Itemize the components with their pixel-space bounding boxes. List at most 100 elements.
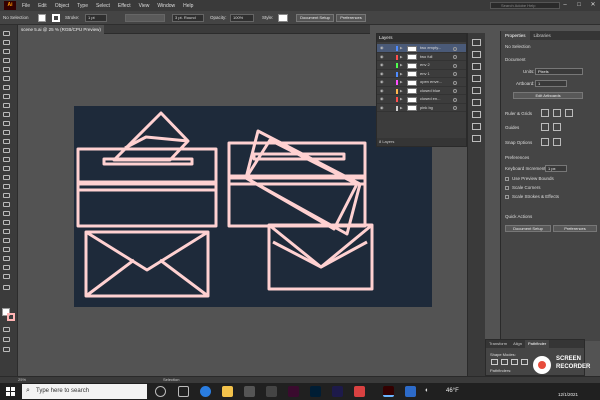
- type-tool-icon[interactable]: [3, 85, 10, 90]
- eyedropper-tool-icon[interactable]: [3, 211, 10, 216]
- menu-help[interactable]: Help: [183, 3, 193, 9]
- selection-tool-icon[interactable]: [3, 31, 10, 36]
- document-setup-button[interactable]: Document Setup: [505, 225, 551, 232]
- line-tool-icon[interactable]: [3, 94, 10, 99]
- acrobat-icon[interactable]: [354, 386, 365, 397]
- paintbrush-tool-icon[interactable]: [3, 112, 10, 117]
- premiere-icon[interactable]: [332, 386, 343, 397]
- word-icon[interactable]: [405, 386, 416, 397]
- weather-temp[interactable]: 46°F: [446, 388, 459, 394]
- target-icon[interactable]: [453, 80, 457, 85]
- target-icon[interactable]: [453, 46, 457, 51]
- illustrator-taskbar-icon[interactable]: [383, 386, 394, 397]
- symbol-sprayer-tool-icon[interactable]: [3, 229, 10, 234]
- snap-pixel-icon[interactable]: [553, 138, 561, 146]
- screen-mode-icon[interactable]: [3, 347, 10, 352]
- layer-row[interactable]: ◉ ▶ pink bg: [377, 104, 466, 112]
- menu-object[interactable]: Object: [55, 3, 69, 9]
- eye-icon[interactable]: ◉: [380, 44, 384, 52]
- target-icon[interactable]: [453, 97, 457, 102]
- layer-name[interactable]: two full: [420, 53, 432, 61]
- appearance-panel-icon[interactable]: [472, 135, 481, 142]
- shape-builder-tool-icon[interactable]: [3, 175, 10, 180]
- swatches-panel-icon[interactable]: [472, 87, 481, 94]
- menu-view[interactable]: View: [139, 3, 150, 9]
- minimize-icon[interactable]: –: [558, 0, 572, 11]
- rectangle-tool-icon[interactable]: [3, 103, 10, 108]
- layer-row[interactable]: ◉ ▶ env 2: [377, 61, 466, 70]
- menu-effect[interactable]: Effect: [118, 3, 131, 9]
- stroke-swatch[interactable]: [52, 14, 60, 22]
- eye-icon[interactable]: ◉: [380, 53, 384, 61]
- menu-select[interactable]: Select: [96, 3, 110, 9]
- zoom-tool-icon[interactable]: [3, 274, 10, 279]
- grid-toggle-icon[interactable]: [553, 109, 561, 117]
- preferences-button[interactable]: Preferences: [336, 14, 366, 22]
- symbols-panel-icon[interactable]: [472, 111, 481, 118]
- perspective-grid-tool-icon[interactable]: [3, 184, 10, 189]
- snap-grid-icon[interactable]: [541, 138, 549, 146]
- transparency-grid-icon[interactable]: [565, 109, 573, 117]
- stroke-color-icon[interactable]: [7, 313, 15, 321]
- scale-strokes-checkbox[interactable]: [505, 195, 509, 199]
- layer-name[interactable]: closed en...: [420, 95, 440, 103]
- photoshop-icon[interactable]: [310, 386, 321, 397]
- layer-name[interactable]: env 2: [420, 61, 430, 69]
- opacity-field[interactable]: 100%: [230, 14, 254, 22]
- eraser-tool-icon[interactable]: [3, 130, 10, 135]
- minus-front-icon[interactable]: [501, 359, 508, 365]
- layer-row[interactable]: ◉ ▶ open enve...: [377, 78, 466, 87]
- rotate-tool-icon[interactable]: [3, 139, 10, 144]
- layer-name[interactable]: env 1: [420, 70, 430, 78]
- file-explorer-icon[interactable]: [222, 386, 233, 397]
- document-tab[interactable]: scene 5.ai @ 25 % (RGB/CPU Preview): [18, 25, 104, 34]
- eye-icon[interactable]: ◉: [380, 78, 384, 86]
- lock-guides-icon[interactable]: [553, 123, 561, 131]
- curvature-tool-icon[interactable]: [3, 76, 10, 81]
- gradient-tool-icon[interactable]: [3, 202, 10, 207]
- tab-transform[interactable]: Transform: [486, 340, 510, 348]
- chevron-right-icon[interactable]: ▶: [400, 95, 403, 103]
- eye-icon[interactable]: ◉: [380, 95, 384, 103]
- edge-icon[interactable]: [200, 386, 211, 397]
- lasso-tool-icon[interactable]: [3, 58, 10, 63]
- task-view-icon[interactable]: [178, 386, 189, 397]
- clock-date[interactable]: 12/1/2021: [558, 392, 578, 397]
- tab-align[interactable]: Align: [510, 340, 525, 348]
- chevron-right-icon[interactable]: ▶: [400, 78, 403, 86]
- chevron-right-icon[interactable]: ▶: [400, 104, 403, 112]
- artboard-select[interactable]: 1: [535, 80, 567, 87]
- layers-panel-title[interactable]: Layers: [377, 34, 466, 42]
- eye-icon[interactable]: ◉: [380, 70, 384, 78]
- brushes-panel-icon[interactable]: [472, 99, 481, 106]
- menu-edit[interactable]: Edit: [38, 3, 47, 9]
- width-tool-icon[interactable]: [3, 157, 10, 162]
- brush-select[interactable]: 3 pt. Round: [172, 14, 204, 22]
- intersect-icon[interactable]: [511, 359, 518, 365]
- drawing-mode-icon[interactable]: [3, 337, 10, 342]
- layer-name[interactable]: two empty...: [420, 44, 441, 52]
- menu-type[interactable]: Type: [77, 3, 88, 9]
- unite-icon[interactable]: [491, 359, 498, 365]
- eye-icon[interactable]: ◉: [380, 61, 384, 69]
- stroke-weight-field[interactable]: 1 pt: [85, 14, 107, 22]
- scale-tool-icon[interactable]: [3, 148, 10, 153]
- preview-bounds-checkbox[interactable]: [505, 177, 509, 181]
- target-icon[interactable]: [453, 55, 457, 59]
- chevron-right-icon[interactable]: ▶: [400, 61, 403, 69]
- exclude-icon[interactable]: [521, 359, 528, 365]
- chevron-right-icon[interactable]: ▶: [400, 44, 403, 52]
- windows-start-icon[interactable]: [6, 387, 15, 396]
- pen-tool-icon[interactable]: [3, 67, 10, 72]
- close-icon[interactable]: ✕: [586, 0, 600, 11]
- layer-name[interactable]: open enve...: [420, 78, 442, 86]
- mesh-tool-icon[interactable]: [3, 193, 10, 198]
- slice-tool-icon[interactable]: [3, 256, 10, 261]
- blend-tool-icon[interactable]: [3, 220, 10, 225]
- store-icon[interactable]: [244, 386, 255, 397]
- layer-row[interactable]: ◉ ▶ closed blue: [377, 87, 466, 95]
- tab-pathfinder[interactable]: Pathfinder: [524, 340, 550, 348]
- layer-row[interactable]: ◉ ▶ env 1: [377, 70, 466, 78]
- stroke-panel-icon[interactable]: [472, 123, 481, 130]
- document-setup-button[interactable]: Document Setup: [296, 14, 334, 22]
